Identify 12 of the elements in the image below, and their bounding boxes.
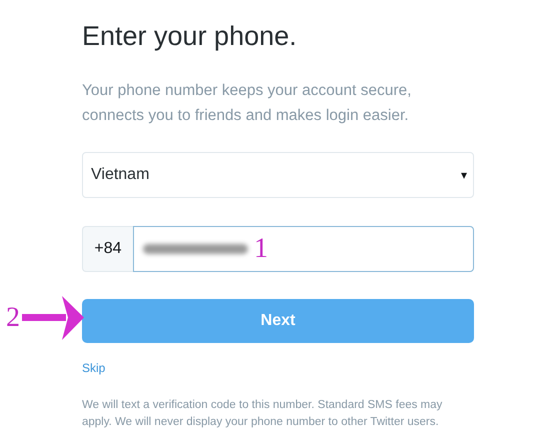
arrow-icon: [22, 296, 84, 340]
skip-link[interactable]: Skip: [82, 361, 106, 375]
subtitle-text: Your phone number keeps your account secure, connects you to friends and makes login easier.: [82, 81, 412, 126]
annotation-number: 2: [6, 304, 20, 332]
annotation-number: 1: [254, 235, 268, 263]
country-code: +84: [82, 226, 133, 272]
phone-input-field[interactable]: 1: [133, 226, 474, 272]
caret-icon: ▾: [461, 168, 467, 182]
footer-text: We will text a verification code to this number. Standard SMS fees may apply. We will never display your phone number to other Twitter users.: [82, 398, 444, 430]
page-title: Enter your phone.: [82, 20, 298, 53]
country-select[interactable]: Vietnam ▾: [82, 152, 474, 198]
next-button[interactable]: Next: [82, 299, 474, 343]
